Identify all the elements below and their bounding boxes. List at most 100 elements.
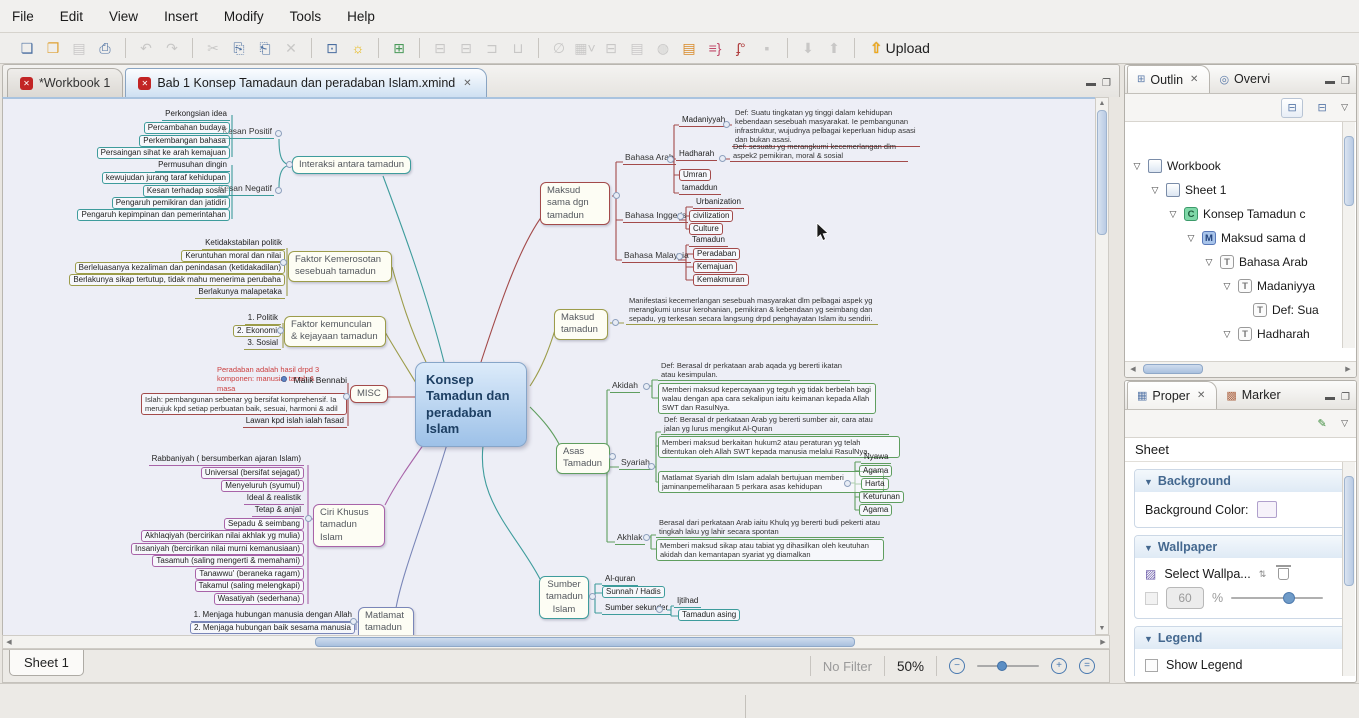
collapse-icon[interactable] [305,515,312,522]
tree-item-madaniyyah[interactable]: ▽ T Madaniyya [1125,274,1356,298]
menu-file[interactable]: File [12,9,34,24]
topic[interactable]: Permusuhan dingin [155,160,230,173]
insert-floating-topic-icon[interactable]: ⊔ [505,37,531,59]
central-topic[interactable]: Konsep Tamadun dan peradaban Islam [415,362,527,447]
menu-view[interactable]: View [109,9,138,24]
scrollbar-thumb[interactable] [315,637,855,647]
topic[interactable]: Takamul (saling melengkapi) [194,580,304,593]
insert-topic-before-icon[interactable]: ⊟ [453,37,479,59]
cut-icon[interactable]: ✂ [200,37,226,59]
scroll-left-icon[interactable]: ◀ [3,637,15,648]
tab-bab1-xmind[interactable]: ✕ Bab 1 Konsep Tamadaun dan peradaban Is… [125,68,487,97]
topic[interactable]: Berlakunya sikap tertutup, tidak mahu me… [69,274,285,287]
main-topic-matlamat[interactable]: Matlamat tamadun [358,607,414,635]
zoom-slider[interactable] [977,661,1039,671]
topic[interactable]: Akhlaqiyah (bercirikan nilai akhlak yg m… [140,530,304,543]
tree-item-bahasa-arab[interactable]: ▽ T Bahasa Arab [1125,250,1356,274]
topic[interactable]: Hadharah [676,149,718,162]
menu-edit[interactable]: Edit [60,9,83,24]
collapse-icon[interactable] [275,130,282,137]
topic[interactable]: 1. Politik [244,313,281,326]
topic[interactable]: Pengaruh pemikiran dan jatidiri [111,197,230,210]
topic[interactable]: Tamadun [689,235,728,248]
hyperlink-icon[interactable]: ◍ [650,37,676,59]
close-tab-icon[interactable]: ✕ [1195,389,1207,402]
topic[interactable]: Berasal dari perkataan Arab iaitu Khulq … [656,517,884,539]
topic[interactable]: Universal (bersifat sejagat) [200,467,304,480]
topic[interactable]: Tetap & anjal [251,505,304,518]
tree-item-def[interactable]: T Def: Sua [1125,298,1356,322]
topic[interactable]: Ketidakstabilan politik [202,238,285,251]
tree-item-hadharah[interactable]: ▽ T Hadharah [1125,322,1356,346]
view-menu-icon[interactable]: ▽ [1341,102,1348,113]
topic[interactable]: kewujudan jurang taraf kehidupan [101,172,230,185]
open-icon[interactable]: ❐ [40,37,66,59]
upload-button[interactable]: ⇧ Upload [870,39,930,57]
tab-properties[interactable]: ▦ Proper ✕ [1127,381,1218,409]
drill-up-icon[interactable]: ⬆ [821,37,847,59]
topic[interactable]: Percambahan budaya [143,122,230,135]
topic[interactable]: Ijtihad [674,596,702,609]
new-workbook-icon[interactable]: ❏ [14,37,40,59]
opacity-slider-knob[interactable] [1283,592,1296,604]
zoom-out-button[interactable]: − [949,658,965,674]
scroll-right-icon[interactable]: ▶ [1097,637,1109,648]
outline-horizontal-scrollbar[interactable]: ◀ ▶ [1125,361,1356,377]
remove-wallpaper-icon[interactable] [1276,565,1292,580]
topic[interactable]: Agama [859,465,893,478]
properties-vertical-scrollbar[interactable] [1342,462,1355,676]
expand-icon[interactable]: ▽ [1203,257,1215,268]
background-header[interactable]: ▼ Background [1135,470,1346,492]
topic[interactable]: Menyeluruh (syumul) [221,480,304,493]
main-topic-asas[interactable]: Asas Tamadun [556,443,610,474]
topic[interactable]: Harta [861,478,889,491]
expand-icon[interactable]: ▽ [1149,185,1161,196]
spinner-icon[interactable]: ⇅ [1259,569,1267,580]
maximize-icon[interactable]: ❐ [1341,76,1350,87]
topic[interactable]: Def: sesuatu yg merangkumi kecemerlangan… [730,141,908,163]
topic[interactable]: Tamadun asing [678,609,741,622]
close-tab-icon[interactable]: ✕ [1188,73,1200,86]
collapse-icon[interactable] [275,187,282,194]
topic[interactable]: Persaingan sihat ke arah kemajuan [96,147,230,160]
topic[interactable]: 2. Menjaga hubungan baik sesama manusia [190,622,355,635]
legend-header[interactable]: ▼ Legend [1135,627,1346,649]
paste-icon[interactable]: ⎗ [252,37,278,59]
topic[interactable]: Peradaban [693,248,741,261]
topic[interactable]: Malik Bennabi [294,375,347,386]
collapse-icon[interactable] [613,192,620,199]
main-topic-kemunculan[interactable]: Faktor kemunculan & kejayaan tamadun [284,316,386,347]
main-topic-ciri[interactable]: Ciri Khusus tamadun Islam [313,504,385,548]
topic[interactable]: 1. Menjaga hubungan manusia dengan Allah [190,610,355,623]
collapse-icon[interactable] [723,121,730,128]
tab-overview[interactable]: ◎ Overvi [1210,65,1279,93]
main-topic-sumber[interactable]: Sumber tamadun Islam [539,576,589,620]
topic[interactable]: Akhlak [615,532,645,546]
zoom-in-button[interactable]: + [1051,658,1067,674]
collapse-icon[interactable] [648,463,655,470]
topic[interactable]: Keruntuhan moral dan nilai [181,250,285,263]
zoom-slider-knob[interactable] [997,661,1007,671]
presentation-icon[interactable]: ⊡ [319,37,345,59]
redo-icon[interactable]: ↷ [159,37,185,59]
topic[interactable]: Memberi maksud kepercayaan yg teguh yg t… [658,383,876,415]
maximize-icon[interactable]: ❐ [1341,392,1350,403]
print-icon[interactable]: ⎙ [92,37,118,59]
topic[interactable]: Syariah [619,457,652,471]
topic[interactable]: Rabbaniyah ( bersumberkan ajaran Islam) [148,454,304,467]
main-topic-misc[interactable]: MISC [350,385,388,404]
insert-topic-icon[interactable]: ⊟ [427,37,453,59]
scrollbar-thumb[interactable] [1344,476,1354,586]
main-topic-kemerosotan[interactable]: Faktor Kemerosotan sesebuah tamadun [288,251,392,282]
opacity-checkbox[interactable] [1145,591,1158,605]
topic[interactable]: Manifestasi kecemerlangan sesebuah masya… [626,295,878,326]
canvas-horizontal-scrollbar[interactable]: ◀ ▶ [2,635,1110,649]
collapse-icon[interactable] [656,606,663,613]
topic[interactable]: Nyawa [861,452,892,465]
collapse-icon[interactable] [643,383,650,390]
collapse-icon[interactable] [350,618,357,625]
scroll-up-icon[interactable]: ▲ [1096,98,1108,109]
summary-icon[interactable]: ⊟ [598,37,624,59]
wallpaper-opacity-input[interactable] [1166,587,1204,609]
topic[interactable]: civilization [689,210,734,223]
